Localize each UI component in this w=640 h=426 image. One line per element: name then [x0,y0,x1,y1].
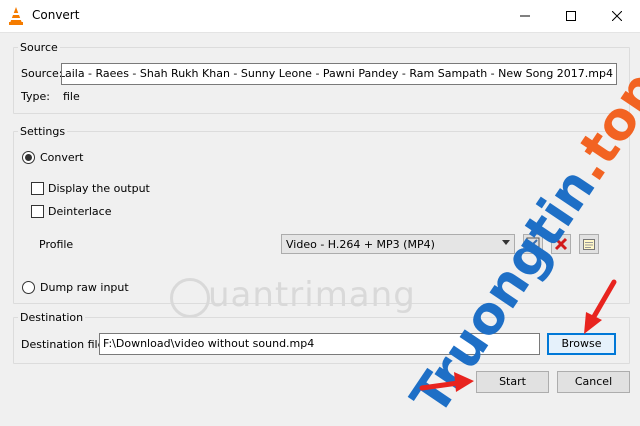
type-value: file [63,90,80,103]
cancel-button[interactable]: Cancel [557,371,630,393]
destination-file-value: F:\Download\video without sound.mp4 [103,337,315,350]
minimize-button[interactable] [502,0,548,31]
deinterlace-checkbox[interactable] [31,205,44,218]
browse-button[interactable]: Browse [547,333,616,355]
display-output-label: Display the output [48,182,150,195]
start-arrow-icon [419,372,474,392]
title-bar: Convert [0,0,640,33]
source-group-label: Source [18,41,60,54]
close-icon [612,10,622,21]
new-profile-button[interactable] [579,234,599,254]
browse-arrow-icon [584,279,617,334]
dump-raw-radio[interactable] [22,281,35,294]
deinterlace-label: Deinterlace [48,205,112,218]
minimize-icon [520,15,530,16]
dump-raw-label: Dump raw input [40,281,129,294]
settings-group-label: Settings [18,125,68,138]
destination-file-label: Destination file: [21,338,109,351]
start-button[interactable]: Start [476,371,549,393]
source-path-field[interactable]: D:\Music\Songs/Laila Main Laila - Raees … [61,63,617,85]
source-path-value: D:\Music\Songs/Laila Main Laila - Raees … [61,67,613,80]
profile-value: Video - H.264 + MP3 (MP4) [286,238,435,251]
close-button[interactable] [594,0,640,31]
maximize-icon [566,10,576,21]
quantrimang-watermark: uantrimang [208,275,416,315]
display-output-checkbox[interactable] [31,182,44,195]
type-label: Type: [21,90,50,103]
vlc-cone-icon [9,7,23,25]
profile-label: Profile [39,238,74,251]
new-document-icon [583,239,595,250]
convert-radio[interactable] [22,151,35,164]
source-label: Source: [21,67,63,80]
maximize-button[interactable] [548,0,594,31]
convert-label: Convert [40,151,84,164]
destination-group-label: Destination [18,311,86,324]
window-title: Convert [32,8,80,22]
quantrimang-logo-icon [170,278,210,318]
profile-dropdown[interactable]: Video - H.264 + MP3 (MP4) [281,234,515,254]
